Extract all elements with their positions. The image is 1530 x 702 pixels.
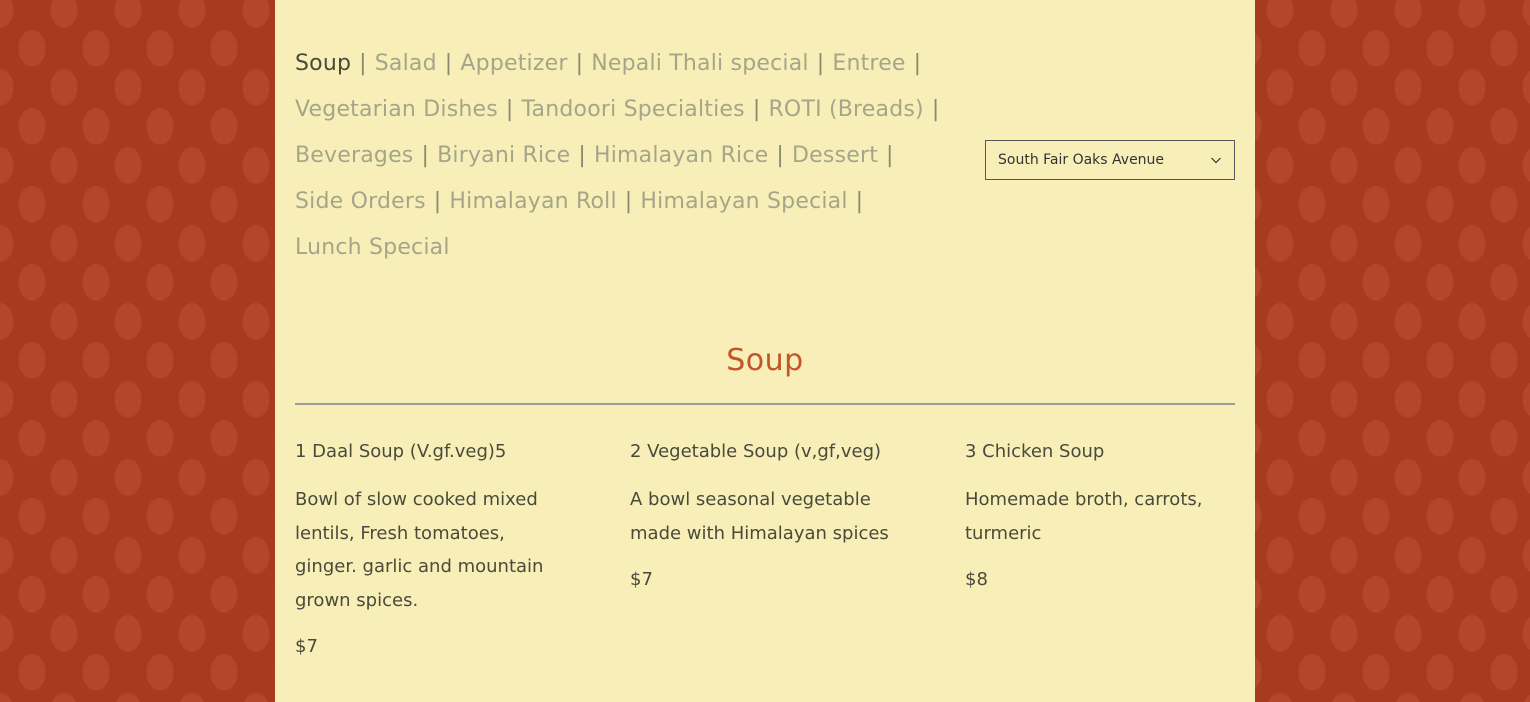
- nav-item-dessert[interactable]: Dessert: [792, 143, 878, 168]
- nav-item-beverages[interactable]: Beverages: [295, 143, 413, 168]
- nav-item-himalayan-roll[interactable]: Himalayan Roll: [449, 189, 616, 214]
- nav-separator: |: [752, 97, 761, 122]
- nav-item-side-orders[interactable]: Side Orders: [295, 189, 426, 214]
- section-divider: [295, 403, 1235, 405]
- nav-separator: |: [855, 189, 864, 214]
- nav-separator: |: [776, 143, 785, 168]
- nav-separator: |: [433, 189, 442, 214]
- nav-separator: |: [886, 143, 894, 168]
- nav-line: Beverages | Biryani Rice | Himalayan Rice | De…: [295, 133, 935, 179]
- nav-separator: |: [624, 189, 633, 214]
- nav-item-tandoori-specialties[interactable]: Tandoori Specialties: [522, 97, 745, 122]
- menu-item-description: Bowl of slow cooked mixed lentils, Fresh…: [295, 489, 544, 611]
- category-nav: Soup | Salad | Appetizer | Nepali Thali specia…: [295, 41, 939, 271]
- section-title: Soup: [726, 343, 804, 378]
- nav-line: Side Orders | Himalayan Roll | Himalayan Spe…: [295, 179, 935, 225]
- nav-item-vegetarian-dishes[interactable]: Vegetarian Dishes: [295, 97, 498, 122]
- nav-separator: |: [578, 143, 586, 168]
- menu-item-description: A bowl seasonal vegetable made with Hima…: [630, 489, 889, 544]
- menu-item-price: $7: [295, 636, 318, 657]
- nav-item-himalayan-special[interactable]: Himalayan Special: [640, 189, 847, 214]
- nav-item-soup[interactable]: Soup: [295, 51, 351, 76]
- menu-item-price: $7: [630, 569, 653, 590]
- nav-separator: |: [421, 143, 430, 168]
- nav-item-entree[interactable]: Entree: [832, 51, 905, 76]
- menu-item-description: Homemade broth, carrots, turmeric: [965, 489, 1203, 544]
- location-select-value: South Fair Oaks Avenue: [998, 152, 1165, 168]
- location-select[interactable]: South Fair Oaks Avenue: [985, 140, 1235, 180]
- nav-separator: |: [575, 51, 584, 76]
- menu-panel: Soup | Salad | Appetizer | Nepali Thali specia…: [275, 0, 1255, 702]
- menu-item-name: 3 Chicken Soup: [965, 441, 1105, 462]
- nav-separator: |: [505, 97, 514, 122]
- nav-item-nepali-thali-special[interactable]: Nepali Thali special: [591, 51, 809, 76]
- nav-line: Lunch Special: [295, 225, 935, 271]
- nav-line: Vegetarian Dishes | Tandoori Specialties | R…: [295, 87, 939, 133]
- menu-item-price: $8: [965, 569, 988, 590]
- nav-item-biryani-rice[interactable]: Biryani Rice: [437, 143, 570, 168]
- nav-item-himalayan-rice[interactable]: Himalayan Rice: [594, 143, 768, 168]
- menu-item: 1 Daal Soup (V.gf.veg)5 Bowl of slow coo…: [295, 440, 565, 659]
- menu-item-name: 1 Daal Soup (V.gf.veg)5: [295, 441, 507, 462]
- nav-separator: |: [816, 51, 825, 76]
- menu-item: 2 Vegetable Soup (v,gf,veg) A bowl seaso…: [630, 440, 900, 592]
- menu-item-name: 2 Vegetable Soup (v,gf,veg): [630, 441, 882, 462]
- nav-separator: |: [444, 51, 453, 76]
- nav-item-roti-breads[interactable]: ROTI (Breads): [768, 97, 923, 122]
- nav-line: Soup | Salad | Appetizer | Nepali Thali specia…: [295, 41, 935, 87]
- nav-item-salad[interactable]: Salad: [375, 51, 437, 76]
- nav-separator: |: [913, 51, 922, 76]
- menu-item: 3 Chicken Soup Homemade broth, carrots, …: [965, 440, 1235, 592]
- nav-separator: |: [359, 51, 367, 76]
- nav-separator: |: [931, 97, 940, 122]
- nav-item-appetizer[interactable]: Appetizer: [460, 51, 567, 76]
- chevron-down-icon: [1211, 157, 1221, 164]
- nav-item-lunch-special[interactable]: Lunch Special: [295, 235, 450, 260]
